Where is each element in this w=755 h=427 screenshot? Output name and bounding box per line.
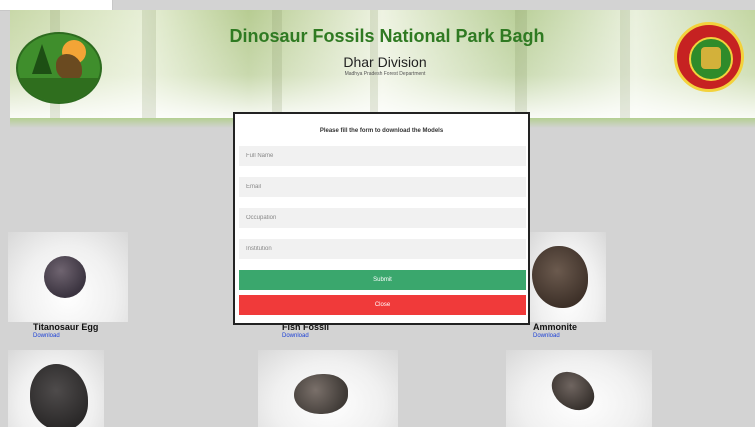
submit-button[interactable]: Submit (239, 270, 526, 290)
card-title-titanosaur-egg: Titanosaur Egg (33, 322, 99, 332)
ammonite-image[interactable] (530, 232, 606, 322)
close-button[interactable]: Close (239, 295, 526, 315)
download-link-titanosaur-egg[interactable]: Download (33, 333, 60, 339)
fossil-image-row2-left[interactable] (8, 350, 104, 427)
lion-capital-emblem-icon (701, 47, 721, 69)
institution-input[interactable] (239, 239, 526, 259)
fossil-shape (544, 363, 602, 419)
fossil-shape (30, 364, 88, 427)
fossil-image-row2-right[interactable] (506, 350, 652, 427)
state-emblem-seal-icon (674, 22, 744, 92)
fossil-shape (294, 374, 348, 414)
page: Dinosaur Fossils National Park Bagh Dhar… (0, 0, 755, 427)
seal-inner-ring (689, 37, 733, 81)
ammonite-fossil-shape (532, 246, 588, 308)
download-link-ammonite[interactable]: Download (533, 333, 560, 339)
ground-shape (18, 78, 100, 102)
download-form-modal: Please fill the form to download the Mod… (233, 112, 530, 325)
division-name: Dhar Division (343, 54, 427, 70)
full-name-input[interactable] (239, 146, 526, 166)
titanosaur-egg-image[interactable] (8, 232, 128, 322)
tree-shape (32, 44, 52, 74)
division-subtitle: Madhya Pradesh Forest Department (344, 71, 426, 77)
modal-title: Please fill the form to download the Mod… (319, 128, 444, 134)
download-link-fish-fossil[interactable]: Download (282, 333, 309, 339)
fossil-image-row2-middle[interactable] (258, 350, 398, 427)
email-input[interactable] (239, 177, 526, 197)
header-tree-trunk (142, 10, 156, 118)
header-tree-trunk (620, 10, 630, 118)
occupation-input[interactable] (239, 208, 526, 228)
card-title-ammonite: Ammonite (533, 322, 578, 332)
egg-fossil-shape (44, 256, 86, 298)
dinosaur-park-logo-icon[interactable] (16, 32, 102, 104)
site-title: Dinosaur Fossils National Park Bagh (229, 26, 545, 46)
